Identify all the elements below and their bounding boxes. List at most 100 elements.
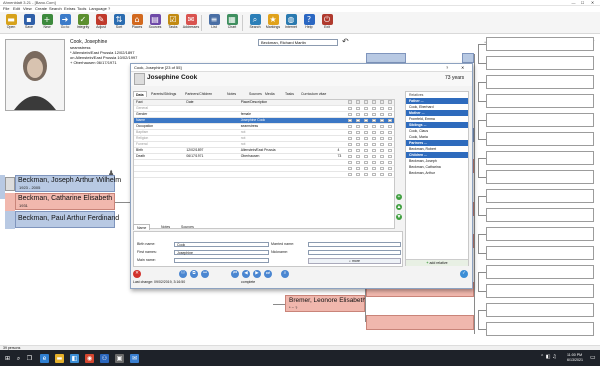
checkbox[interactable]: [347, 154, 352, 159]
dialog-help-icon[interactable]: ?: [446, 64, 448, 72]
notification-icon[interactable]: ▭: [590, 354, 596, 361]
checkbox[interactable]: [355, 154, 360, 159]
checkbox[interactable]: [371, 136, 376, 141]
first-record-button[interactable]: ⏮: [231, 270, 239, 278]
toolbar-save-button[interactable]: ▪ Save: [20, 13, 38, 33]
checkbox[interactable]: [387, 124, 392, 129]
back-arrow-icon[interactable]: ↶: [342, 37, 349, 46]
main-name-field[interactable]: [174, 258, 269, 263]
checkbox[interactable]: [363, 142, 368, 147]
checkbox[interactable]: [387, 118, 392, 123]
checkbox[interactable]: [387, 154, 392, 159]
toolbar-sources-button[interactable]: ▤ Sources: [146, 13, 164, 33]
person-box-catharine[interactable]: Beckman, Catharine Elisabeth 1931: [15, 193, 115, 210]
store-icon[interactable]: ◧: [70, 354, 79, 363]
link-icon[interactable]: ⚯: [201, 270, 209, 278]
checkbox[interactable]: [379, 160, 384, 165]
more-button[interactable]: ⌕ more: [308, 258, 401, 264]
search-person-button[interactable]: ⌕: [281, 270, 289, 278]
checkbox[interactable]: [363, 148, 368, 153]
checkbox[interactable]: [371, 112, 376, 117]
checkbox[interactable]: [347, 160, 352, 165]
toolbar-help-button[interactable]: ? Help: [300, 13, 318, 33]
checkbox[interactable]: [371, 160, 376, 165]
tab-curriculum-vitae[interactable]: Curriculum vitae: [301, 91, 326, 97]
tab-data[interactable]: Data: [133, 91, 147, 97]
app-icon[interactable]: ▣: [115, 354, 124, 363]
dialog-close-icon[interactable]: ✕: [461, 64, 464, 72]
ancestor-box[interactable]: [486, 284, 594, 298]
person-photo[interactable]: [5, 39, 65, 111]
person-box-paul[interactable]: Beckman, Paul Arthur Ferdinand: [15, 211, 119, 228]
ok-check-button[interactable]: ✓: [460, 270, 468, 278]
ancestor-box[interactable]: [486, 75, 594, 89]
ancestor-box[interactable]: [486, 132, 594, 146]
app-icon[interactable]: ✉: [130, 354, 139, 363]
last-record-button[interactable]: ⏭: [264, 270, 272, 278]
checkbox[interactable]: [347, 112, 352, 117]
checkbox[interactable]: [347, 130, 352, 135]
checkbox[interactable]: [387, 112, 392, 117]
next-record-button[interactable]: ▶: [253, 270, 261, 278]
toolbar-integrity-button[interactable]: ✓ Integrity: [74, 13, 92, 33]
checkbox[interactable]: [355, 106, 360, 111]
checkbox[interactable]: [363, 106, 368, 111]
chrome-icon[interactable]: ◉: [85, 354, 94, 363]
fact-down-button[interactable]: ▼: [396, 214, 402, 220]
tab-sources[interactable]: Sources: [249, 91, 262, 97]
ancestor-box[interactable]: [486, 246, 594, 260]
checkbox[interactable]: [363, 112, 368, 117]
toolbar-adjust-button[interactable]: ✎ Adjust: [92, 13, 110, 33]
relative-item[interactable]: Beckman, Arthur: [406, 170, 468, 176]
checkbox[interactable]: [379, 166, 384, 171]
delete-person-button[interactable]: ✕: [133, 270, 141, 278]
checkbox[interactable]: [379, 106, 384, 111]
task-view-icon[interactable]: ❐: [25, 354, 34, 363]
toolbar-open-button[interactable]: ▬ Open: [2, 13, 20, 33]
flag-cell[interactable]: [369, 171, 378, 179]
tab-sources[interactable]: Sources: [181, 224, 194, 230]
ahnenblatt-icon[interactable]: ⚇: [100, 354, 109, 363]
tab-tasks[interactable]: Tasks: [285, 91, 294, 97]
toolbar-go-to-button[interactable]: ➜ Go to: [56, 13, 74, 33]
checkbox[interactable]: [363, 160, 368, 165]
checkbox[interactable]: [371, 148, 376, 153]
checkbox[interactable]: [355, 136, 360, 141]
person-box-joseph[interactable]: Beckman, Joseph Arthur Wilhelm 1923 - 20…: [15, 175, 121, 192]
ancestor-box[interactable]: [486, 113, 594, 127]
checkbox[interactable]: [387, 142, 392, 147]
toolbar-chart-button[interactable]: ▦ Chart: [223, 13, 241, 33]
ancestor-box[interactable]: [486, 170, 594, 184]
toolbar-internet-button[interactable]: ◍ Internet: [282, 13, 300, 33]
checkbox[interactable]: [347, 142, 352, 147]
nickname-field[interactable]: [308, 250, 401, 255]
ancestor-box[interactable]: [486, 37, 594, 51]
start-icon[interactable]: ⊞: [3, 354, 12, 363]
checkbox[interactable]: [371, 130, 376, 135]
checkbox[interactable]: [347, 148, 352, 153]
checkbox[interactable]: [387, 106, 392, 111]
checkbox[interactable]: [387, 172, 392, 177]
checkbox[interactable]: [355, 148, 360, 153]
checkbox[interactable]: [355, 130, 360, 135]
tab-notes[interactable]: Notes: [161, 224, 170, 230]
flag-cell[interactable]: [345, 171, 354, 179]
toolbar-markings-button[interactable]: ★ Markings: [264, 13, 282, 33]
tab-parents-siblings[interactable]: Parents/Siblings: [151, 91, 176, 97]
ancestor-box[interactable]: [486, 227, 594, 241]
checkbox[interactable]: [363, 130, 368, 135]
checkbox[interactable]: [363, 118, 368, 123]
tree-box[interactable]: [366, 315, 474, 330]
checkbox[interactable]: [355, 118, 360, 123]
checkbox[interactable]: [371, 172, 376, 177]
new-person-icon[interactable]: ⚇: [179, 270, 187, 278]
checkbox[interactable]: [355, 142, 360, 147]
checkbox[interactable]: [371, 124, 376, 129]
checkbox[interactable]: [387, 136, 392, 141]
checkbox[interactable]: [355, 160, 360, 165]
checkbox[interactable]: [371, 166, 376, 171]
ancestor-box[interactable]: [486, 303, 594, 317]
copy-icon[interactable]: ⧉: [190, 270, 198, 278]
tab-partners-children[interactable]: Partners/Children: [185, 91, 212, 97]
checkbox[interactable]: [347, 106, 352, 111]
